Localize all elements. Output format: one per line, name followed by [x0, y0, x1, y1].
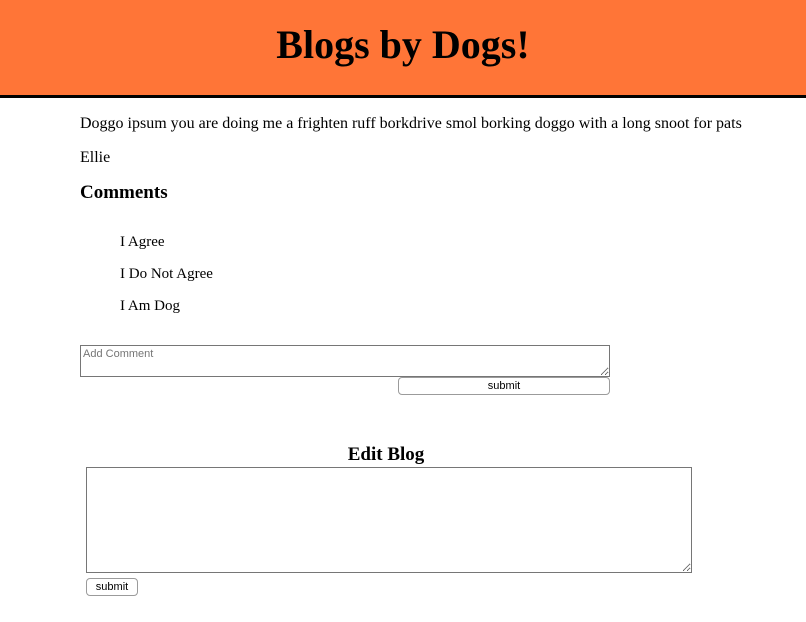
comments-heading: Comments [80, 182, 168, 203]
comment-item: I Am Dog [120, 298, 180, 314]
comment-item: I Do Not Agree [120, 266, 213, 282]
edit-blog-submit-button[interactable]: submit [86, 578, 138, 596]
comment-submit-button[interactable]: submit [398, 377, 610, 395]
add-comment-input[interactable] [80, 345, 610, 377]
blog-body: Doggo ipsum you are doing me a frighten … [80, 115, 742, 132]
edit-blog-heading: Edit Blog [347, 444, 425, 465]
edit-blog-textarea[interactable] [86, 467, 692, 573]
blog-author: Ellie [80, 149, 111, 166]
comment-item: I Agree [120, 234, 165, 250]
site-header: Blogs by Dogs! [0, 0, 806, 98]
site-title: Blogs by Dogs! [276, 22, 530, 67]
comment-list: I Agree I Do Not Agree I Am Dog [120, 232, 213, 328]
